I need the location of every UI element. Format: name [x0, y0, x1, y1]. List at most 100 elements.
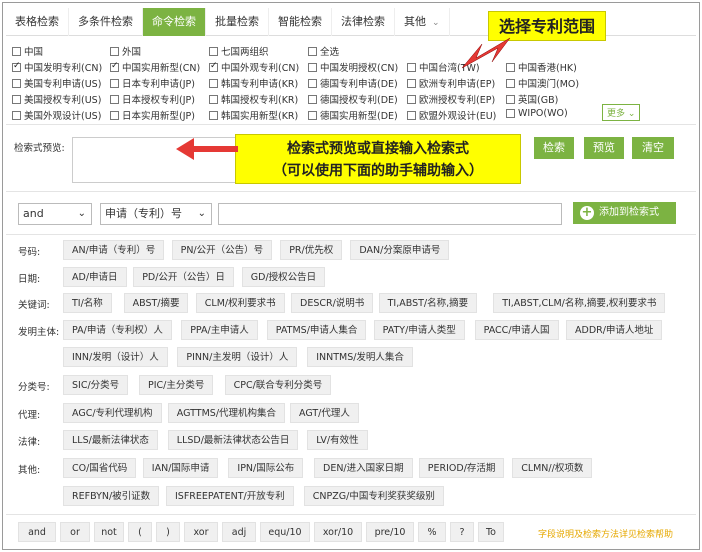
scope-checkbox[interactable]: 中国: [12, 44, 43, 58]
field-chip[interactable]: LLS/最新法律状态: [63, 430, 158, 450]
add-to-expression-button[interactable]: + 添加到检索式: [573, 202, 676, 224]
field-chip[interactable]: LLSD/最新法律状态公告日: [167, 430, 299, 450]
scope-checkbox[interactable]: 德国专利申请(DE): [308, 76, 398, 90]
field-chip[interactable]: PPA/主申请人: [181, 320, 258, 340]
scope-checkbox[interactable]: 全选: [308, 44, 339, 58]
scope-checkbox[interactable]: 美国专利申请(US): [12, 76, 101, 90]
tab-0[interactable]: 表格检索: [6, 8, 69, 36]
scope-checkbox[interactable]: 英国(GB): [506, 92, 558, 106]
field-chip[interactable]: TI/名称: [63, 293, 112, 313]
scope-label: 中国香港(HK): [518, 63, 577, 74]
scope-checkbox[interactable]: 七国两组织: [209, 44, 269, 58]
field-chip[interactable]: INNTMS/发明人集合: [307, 347, 413, 367]
scope-checkbox[interactable]: 韩国授权专利(KR): [209, 92, 298, 106]
field-chip[interactable]: PERIOD/存活期: [418, 458, 505, 478]
scope-checkbox[interactable]: 日本专利申请(JP): [110, 76, 195, 90]
field-chip[interactable]: DESCR/说明书: [291, 293, 374, 313]
field-chip[interactable]: TI,ABST/名称,摘要: [378, 293, 478, 313]
search-button[interactable]: 检索: [534, 137, 574, 159]
field-chip[interactable]: PIC/主分类号: [139, 375, 214, 395]
field-chip[interactable]: PATY/申请人类型: [373, 320, 465, 340]
preview-callout: 检索式预览或直接输入检索式 （可以使用下面的助手辅助输入）: [235, 134, 521, 184]
scope-checkbox[interactable]: 欧洲授权专利(EP): [407, 92, 495, 106]
scope-checkbox[interactable]: 德国实用新型(DE): [308, 108, 398, 122]
operator-button[interactable]: pre/10: [366, 522, 414, 542]
scope-checkbox[interactable]: 日本授权专利(JP): [110, 92, 195, 106]
scope-checkbox[interactable]: 欧盟外观设计(EU): [407, 108, 496, 122]
field-chip[interactable]: INN/发明（设计）人: [63, 347, 168, 367]
field-chip[interactable]: IPN/国际公布: [228, 458, 304, 478]
operator-button[interactable]: equ/10: [260, 522, 310, 542]
field-chip[interactable]: REFBYN/被引证数: [63, 486, 160, 506]
field-chip[interactable]: AGT/代理人: [290, 403, 359, 423]
clear-button[interactable]: 清空: [632, 137, 674, 159]
scope-checkbox[interactable]: 中国外观专利(CN): [209, 60, 299, 74]
operator-button[interactable]: xor/10: [314, 522, 362, 542]
operator-bar: and or not() xor adj equ/10 xor/10 pre/10%? To: [18, 522, 508, 542]
field-chip[interactable]: DAN/分案原申请号: [350, 240, 450, 260]
scope-checkbox[interactable]: 韩国专利申请(KR): [209, 76, 298, 90]
preview-button[interactable]: 预览: [584, 137, 624, 159]
field-chip[interactable]: TI,ABST,CLM/名称,摘要,权利要求书: [493, 293, 666, 313]
scope-checkbox[interactable]: 中国发明专利(CN): [12, 60, 102, 74]
scope-label: WIPO(WO): [518, 108, 568, 119]
operator-button[interactable]: adj: [222, 522, 256, 542]
more-button[interactable]: 更多 ⌄: [602, 104, 641, 121]
scope-checkbox[interactable]: 中国澳门(MO): [506, 76, 579, 90]
field-chip[interactable]: ISFREEPATENT/开放专利: [166, 486, 294, 506]
help-link[interactable]: 字段说明及检索方法详见检索帮助: [538, 527, 673, 540]
operator-button[interactable]: not: [94, 522, 124, 542]
field-chip[interactable]: PN/公开（公告）号: [171, 240, 273, 260]
field-chip[interactable]: PACC/申请人国: [474, 320, 559, 340]
tab-4[interactable]: 智能检索: [269, 8, 332, 36]
field-select[interactable]: 申请（专利）号 ⌄: [100, 203, 212, 225]
operator-button[interactable]: or: [60, 522, 90, 542]
field-chip[interactable]: PR/优先权: [280, 240, 343, 260]
operator-select[interactable]: and ⌄: [18, 203, 92, 225]
field-chip[interactable]: PATMS/申请人集合: [266, 320, 367, 340]
field-chip[interactable]: PA/申请（专利权）人: [63, 320, 172, 340]
tab-5[interactable]: 法律检索: [332, 8, 395, 36]
operator-button[interactable]: ): [156, 522, 180, 542]
field-chip[interactable]: CO/国省代码: [63, 458, 137, 478]
scope-checkbox[interactable]: 中国香港(HK): [506, 60, 577, 74]
field-chip[interactable]: CNPZG/中国专利奖获奖级别: [303, 486, 444, 506]
field-chip[interactable]: LV/有效性: [307, 430, 368, 450]
field-chip[interactable]: IAN/国际申请: [142, 458, 219, 478]
field-chip[interactable]: ADDR/申请人地址: [566, 320, 663, 340]
tab-2[interactable]: 命令检索: [143, 8, 206, 36]
operator-button[interactable]: %: [418, 522, 446, 542]
tab-3[interactable]: 批量检索: [206, 8, 269, 36]
term-input[interactable]: [218, 203, 562, 225]
scope-checkbox[interactable]: 日本实用新型(JP): [110, 108, 195, 122]
operator-button[interactable]: To: [478, 522, 504, 542]
field-chip[interactable]: AN/申请（专利）号: [63, 240, 165, 260]
field-chip[interactable]: PINN/主发明（设计）人: [177, 347, 298, 367]
operator-button[interactable]: xor: [184, 522, 218, 542]
scope-checkbox[interactable]: WIPO(WO): [506, 108, 568, 119]
scope-checkbox[interactable]: 德国授权专利(DE): [308, 92, 398, 106]
scope-checkbox[interactable]: 中国实用新型(CN): [110, 60, 200, 74]
scope-checkbox[interactable]: 中国发明授权(CN): [308, 60, 398, 74]
scope-checkbox[interactable]: 美国授权专利(US): [12, 92, 101, 106]
tab-1[interactable]: 多条件检索: [69, 8, 143, 36]
operator-button[interactable]: ?: [450, 522, 474, 542]
field-chip[interactable]: CLMN//权项数: [512, 458, 593, 478]
scope-checkbox[interactable]: 韩国实用新型(KR): [209, 108, 298, 122]
field-chip[interactable]: ABST/摘要: [123, 293, 189, 313]
operator-button[interactable]: (: [128, 522, 152, 542]
field-chip[interactable]: DEN/进入国家日期: [314, 458, 413, 478]
field-chip[interactable]: GD/授权公告日: [241, 267, 326, 287]
field-chip[interactable]: CLM/权利要求书: [195, 293, 285, 313]
field-chip[interactable]: AGTTMS/代理机构集合: [167, 403, 286, 423]
field-chip[interactable]: AGC/专利代理机构: [63, 403, 162, 423]
field-chip[interactable]: AD/申请日: [63, 267, 127, 287]
tab-6[interactable]: 其他 ⌄: [395, 8, 450, 36]
field-chip[interactable]: CPC/联合专利分类号: [224, 375, 332, 395]
operator-button[interactable]: and: [18, 522, 56, 542]
scope-checkbox[interactable]: 美国外观设计(US): [12, 108, 101, 122]
field-chip[interactable]: SIC/分类号: [63, 375, 129, 395]
scope-checkbox[interactable]: 外国: [110, 44, 141, 58]
scope-checkbox[interactable]: 欧洲专利申请(EP): [407, 76, 495, 90]
field-chip[interactable]: PD/公开（公告）日: [133, 267, 234, 287]
